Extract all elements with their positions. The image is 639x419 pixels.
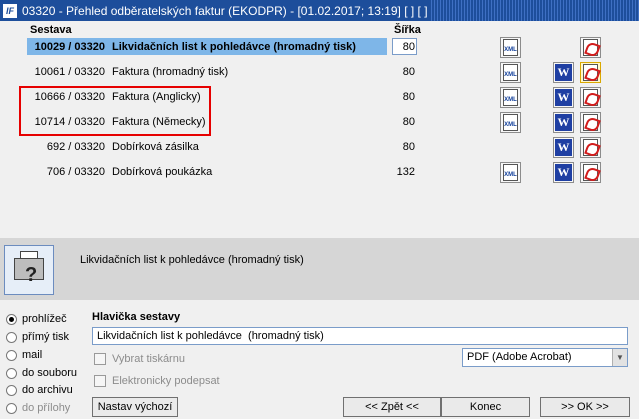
- radio-button[interactable]: [6, 331, 17, 343]
- radio-button[interactable]: [6, 313, 17, 325]
- report-width: 80: [402, 116, 415, 128]
- radio-label: do souboru: [22, 367, 78, 379]
- word-icon: W: [555, 139, 572, 156]
- window-title: 03320 - Přehled odběratelských faktur (E…: [22, 3, 428, 18]
- column-header-sirka: Šířka: [394, 24, 421, 36]
- xml-file-icon: XML: [503, 39, 518, 56]
- radio-do-prilohy: do přílohy: [6, 402, 70, 414]
- app-icon: IF: [3, 3, 17, 18]
- export-pdf-button[interactable]: [580, 162, 601, 183]
- export-word-button[interactable]: W: [553, 62, 574, 83]
- table-row[interactable]: 692 / 03320 Dobírková zásilka 80 W: [0, 136, 639, 161]
- report-code: 706 / 03320: [46, 166, 105, 178]
- export-xml-button[interactable]: XML: [500, 37, 521, 58]
- xml-file-icon: XML: [503, 114, 518, 131]
- export-pdf-button[interactable]: [580, 62, 601, 83]
- radio-label: přímý tisk: [22, 331, 70, 343]
- pdf-icon: [583, 164, 598, 181]
- checkbox-choose-printer[interactable]: Vybrat tiskárnu: [94, 353, 185, 365]
- report-name: Likvidačních list k pohledávce (hromadný…: [112, 41, 356, 53]
- pdf-icon: [583, 64, 598, 81]
- report-width: 80: [402, 66, 415, 78]
- xml-file-icon: XML: [503, 64, 518, 81]
- export-pdf-button[interactable]: [580, 87, 601, 108]
- word-icon: W: [555, 114, 572, 131]
- pdf-icon: [583, 89, 598, 106]
- table-row[interactable]: 10029 / 03320 Likvidačních list k pohledá…: [0, 36, 639, 61]
- checkbox-label: Elektronicky podepsat: [112, 375, 220, 387]
- report-code: 10029 / 03320: [34, 41, 105, 53]
- ok-button[interactable]: >> OK >>: [540, 397, 630, 417]
- checkbox[interactable]: [94, 375, 106, 387]
- header-input[interactable]: [92, 327, 628, 345]
- printer-select[interactable]: PDF (Adobe Acrobat) ▼: [462, 348, 628, 367]
- report-name: Dobírková poukázka: [112, 166, 213, 178]
- export-word-button[interactable]: W: [553, 162, 574, 183]
- radio-label: do archivu: [22, 384, 73, 396]
- export-xml-button[interactable]: XML: [500, 87, 521, 108]
- checkbox[interactable]: [94, 353, 106, 365]
- chevron-down-icon[interactable]: ▼: [612, 349, 627, 366]
- report-width: 80: [402, 91, 415, 103]
- report-name: Faktura (hromadný tisk): [112, 66, 229, 78]
- pdf-icon: [583, 139, 598, 156]
- word-icon: W: [555, 64, 572, 81]
- end-button[interactable]: Konec: [441, 397, 530, 417]
- export-xml-button[interactable]: XML: [500, 62, 521, 83]
- radio-button[interactable]: [6, 349, 17, 361]
- report-code: 692 / 03320: [46, 141, 105, 153]
- radio-do-archivu[interactable]: do archivu: [6, 384, 73, 396]
- title-bar-pattern: [429, 0, 639, 21]
- radio-mail[interactable]: mail: [6, 349, 42, 361]
- report-code: 10061 / 03320: [34, 66, 105, 78]
- xml-file-icon: XML: [503, 164, 518, 181]
- printer-select-value: PDF (Adobe Acrobat): [467, 351, 572, 363]
- export-xml-button[interactable]: XML: [500, 162, 521, 183]
- header-label: Hlavička sestavy: [92, 311, 181, 323]
- checkbox-label: Vybrat tiskárnu: [112, 353, 185, 365]
- export-word-button[interactable]: W: [553, 87, 574, 108]
- export-pdf-button[interactable]: [580, 37, 601, 58]
- radio-label: mail: [22, 349, 43, 361]
- title-bar: IF 03320 - Přehled odběratelských faktur…: [0, 0, 639, 21]
- radio-button: [6, 402, 17, 414]
- word-icon: W: [555, 164, 572, 181]
- report-description: Likvidačních list k pohledávce (hromadný…: [80, 254, 304, 266]
- report-width: 80: [402, 141, 415, 153]
- back-button[interactable]: << Zpět <<: [343, 397, 441, 417]
- export-pdf-button[interactable]: [580, 137, 601, 158]
- radio-label: do přílohy: [22, 402, 71, 414]
- xml-file-icon: XML: [503, 89, 518, 106]
- radio-do-souboru[interactable]: do souboru: [6, 367, 77, 379]
- table-row[interactable]: 706 / 03320 Dobírková poukázka 132 XML W: [0, 161, 639, 186]
- report-width: 132: [396, 166, 415, 178]
- radio-label: prohlížeč: [22, 313, 67, 325]
- info-band: [0, 238, 639, 300]
- pdf-icon: [583, 114, 598, 131]
- radio-prohlizec[interactable]: prohlížeč: [6, 313, 67, 325]
- radio-button[interactable]: [6, 367, 17, 379]
- radio-primy-tisk[interactable]: přímý tisk: [6, 331, 69, 343]
- report-width: 80: [402, 41, 415, 53]
- word-icon: W: [555, 89, 572, 106]
- report-name: Dobírková zásilka: [112, 141, 199, 153]
- export-word-button[interactable]: W: [553, 112, 574, 133]
- export-xml-button[interactable]: XML: [500, 112, 521, 133]
- column-header-sestava: Sestava: [30, 24, 72, 36]
- export-pdf-button[interactable]: [580, 112, 601, 133]
- checkbox-e-sign[interactable]: Elektronicky podepsat: [94, 375, 220, 387]
- export-word-button[interactable]: W: [553, 137, 574, 158]
- radio-button[interactable]: [6, 384, 17, 396]
- table-row[interactable]: 10061 / 03320 Faktura (hromadný tisk) 80 XM…: [0, 61, 639, 86]
- highlight-frame: [19, 86, 211, 136]
- defaults-button[interactable]: Nastav výchozí: [92, 397, 178, 417]
- printer-help-icon[interactable]: ?: [4, 245, 54, 295]
- pdf-icon: [583, 39, 598, 56]
